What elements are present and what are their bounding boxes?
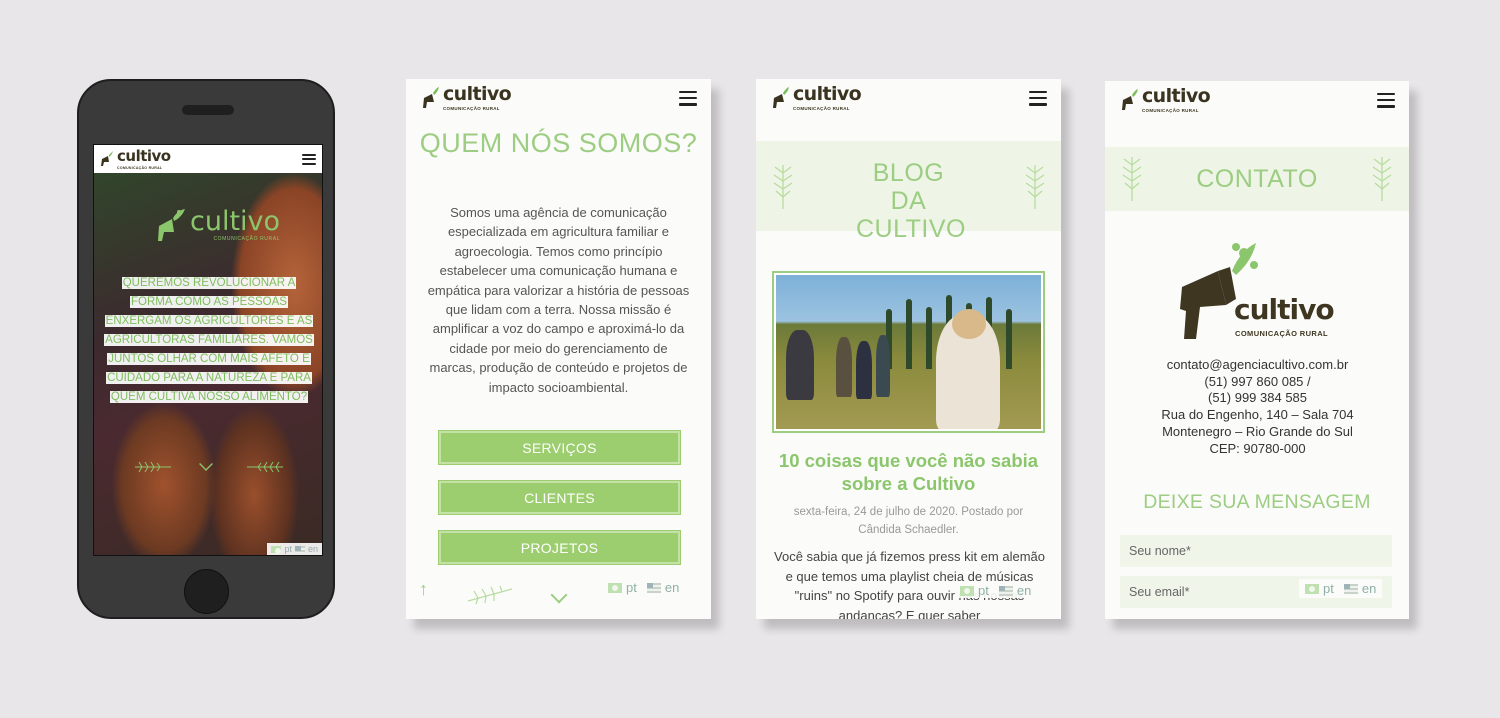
services-button[interactable]: SERVIÇOS (438, 430, 681, 465)
megaphone-leaf-icon (773, 87, 789, 108)
logo-tagline: COMUNICAÇÃO RURAL (793, 106, 850, 111)
cultivo-logo[interactable]: cultivo COMUNICAÇÃO RURAL (100, 148, 171, 170)
contact-phone-1[interactable]: (51) 997 860 085 / (1115, 374, 1400, 391)
wheat-icon (1372, 157, 1392, 201)
contact-cep: CEP: 90780-000 (1209, 440, 1306, 456)
logo-tagline: COMUNICAÇÃO RURAL (117, 166, 163, 170)
page-title: BLOG DA CULTIVO (856, 159, 966, 243)
language-switcher: pt en (608, 580, 679, 595)
wheat-icon (1025, 165, 1045, 209)
page-title: CONTATO (1196, 165, 1318, 193)
us-flag-icon[interactable] (1343, 583, 1358, 594)
logo-wordmark: cultivo (793, 83, 862, 105)
leaf-sprig-icon (135, 461, 171, 473)
large-logo-tagline: COMUNICAÇÃO RURAL (1235, 329, 1329, 338)
lang-en-link[interactable]: en (665, 580, 679, 595)
hero-text: QUEREMOS REVOLUCIONAR A FORMA COMO AS PE… (104, 277, 314, 403)
megaphone-leaf-icon (1180, 243, 1258, 339)
blog-post-title[interactable]: 10 coisas que você não sabia sobre a Cul… (766, 449, 1051, 495)
cultivo-large-logo: cultivo COMUNICAÇÃO RURAL (1178, 241, 1338, 341)
menu-icon[interactable] (302, 153, 316, 165)
lang-pt-link[interactable]: pt (626, 580, 637, 595)
large-logo-wordmark: cultivo (1234, 293, 1335, 326)
name-field[interactable]: Seu nome* (1120, 535, 1392, 567)
lang-pt-link[interactable]: pt (978, 583, 989, 598)
blog-post-meta: sexta-feira, 24 de julho de 2020. Postad… (793, 506, 1024, 536)
lang-en-link[interactable]: en (1017, 583, 1031, 598)
contact-address-1: Rua do Engenho, 140 – Sala 704 (1161, 407, 1354, 423)
blog-post-image[interactable] (772, 271, 1045, 433)
us-flag-icon[interactable] (998, 585, 1013, 596)
logo-tagline: COMUNICAÇÃO RURAL (1142, 108, 1199, 113)
scroll-down-chevron-icon[interactable] (550, 586, 568, 604)
phone-screen: cultivo COMUNICAÇÃO RURAL cultivo COMUNI… (93, 144, 323, 556)
page-header: cultivo COMUNICAÇÃO RURAL (756, 79, 1061, 117)
hero-text-block: QUEREMOS REVOLUCIONAR A FORMA COMO AS PE… (104, 273, 314, 406)
lang-en-link[interactable]: en (308, 544, 318, 554)
phone-header: cultivo COMUNICAÇÃO RURAL (94, 145, 322, 173)
brazil-flag-icon[interactable] (608, 582, 622, 593)
about-text: Somos uma agência de comunicação especia… (427, 205, 690, 395)
brazil-flag-icon[interactable] (960, 585, 974, 596)
page-title: QUEM NÓS SOMOS? (419, 128, 698, 158)
megaphone-leaf-icon (1122, 89, 1138, 110)
contact-address-2: Montenegro – Rio Grande do Sul (1162, 423, 1353, 439)
phone-speaker (182, 105, 234, 115)
clients-button[interactable]: CLIENTES (438, 480, 681, 515)
hero-logo-wordmark: cultivo (190, 206, 281, 237)
us-flag-icon[interactable] (646, 582, 661, 593)
projects-button[interactable]: PROJETOS (438, 530, 681, 565)
menu-icon[interactable] (1029, 90, 1047, 106)
lang-pt-link[interactable]: pt (1323, 581, 1334, 596)
blog-page-card: cultivo COMUNICAÇÃO RURAL BLOG DA CULTIV… (756, 79, 1061, 619)
back-to-top-icon[interactable]: ↑ (419, 579, 428, 600)
phone-home-button (184, 569, 229, 614)
menu-icon[interactable] (679, 90, 697, 106)
about-page-card: cultivo COMUNICAÇÃO RURAL QUEM NÓS SOMOS… (406, 79, 711, 619)
logo-wordmark: cultivo (443, 83, 512, 105)
form-title: DEIXE SUA MENSAGEM (1143, 491, 1371, 513)
phone-mockup: cultivo COMUNICAÇÃO RURAL cultivo COMUNI… (77, 79, 335, 619)
megaphone-leaf-icon (423, 87, 439, 108)
language-switcher: pt en (1299, 579, 1383, 598)
brazil-flag-icon[interactable] (1305, 583, 1319, 594)
brazil-flag-icon[interactable] (271, 545, 282, 554)
page-header: cultivo COMUNICAÇÃO RURAL (406, 79, 711, 117)
lang-en-link[interactable]: en (1362, 581, 1376, 596)
cultivo-logo[interactable]: cultivo COMUNICAÇÃO RURAL (422, 83, 512, 111)
contact-email[interactable]: contato@agenciacultivo.com.br (1115, 357, 1400, 374)
logo-wordmark: cultivo (117, 147, 171, 165)
leaf-sprig-icon (467, 585, 513, 605)
contact-page-card: cultivo COMUNICAÇÃO RURAL CONTATO cultiv… (1105, 81, 1409, 619)
contact-info: contato@agenciacultivo.com.br (51) 997 8… (1115, 357, 1400, 457)
logo-tagline: COMUNICAÇÃO RURAL (443, 106, 500, 111)
leaf-sprig-icon (247, 461, 283, 473)
menu-icon[interactable] (1377, 92, 1395, 108)
us-flag-icon[interactable] (294, 545, 305, 553)
page-header: cultivo COMUNICAÇÃO RURAL (1105, 81, 1409, 119)
megaphone-leaf-icon (101, 151, 113, 166)
hero-logo: cultivo COMUNICAÇÃO RURAL (156, 208, 280, 242)
contact-phone-2[interactable]: (51) 999 384 585 (1115, 390, 1400, 407)
logo-wordmark: cultivo (1142, 85, 1211, 107)
language-switcher: pt en (267, 543, 322, 555)
language-switcher: pt en (957, 583, 1035, 598)
cultivo-logo[interactable]: cultivo COMUNICAÇÃO RURAL (1121, 85, 1211, 113)
cultivo-logo[interactable]: cultivo COMUNICAÇÃO RURAL (772, 83, 862, 111)
megaphone-leaf-icon (158, 209, 185, 241)
lang-pt-link[interactable]: pt (284, 544, 292, 554)
